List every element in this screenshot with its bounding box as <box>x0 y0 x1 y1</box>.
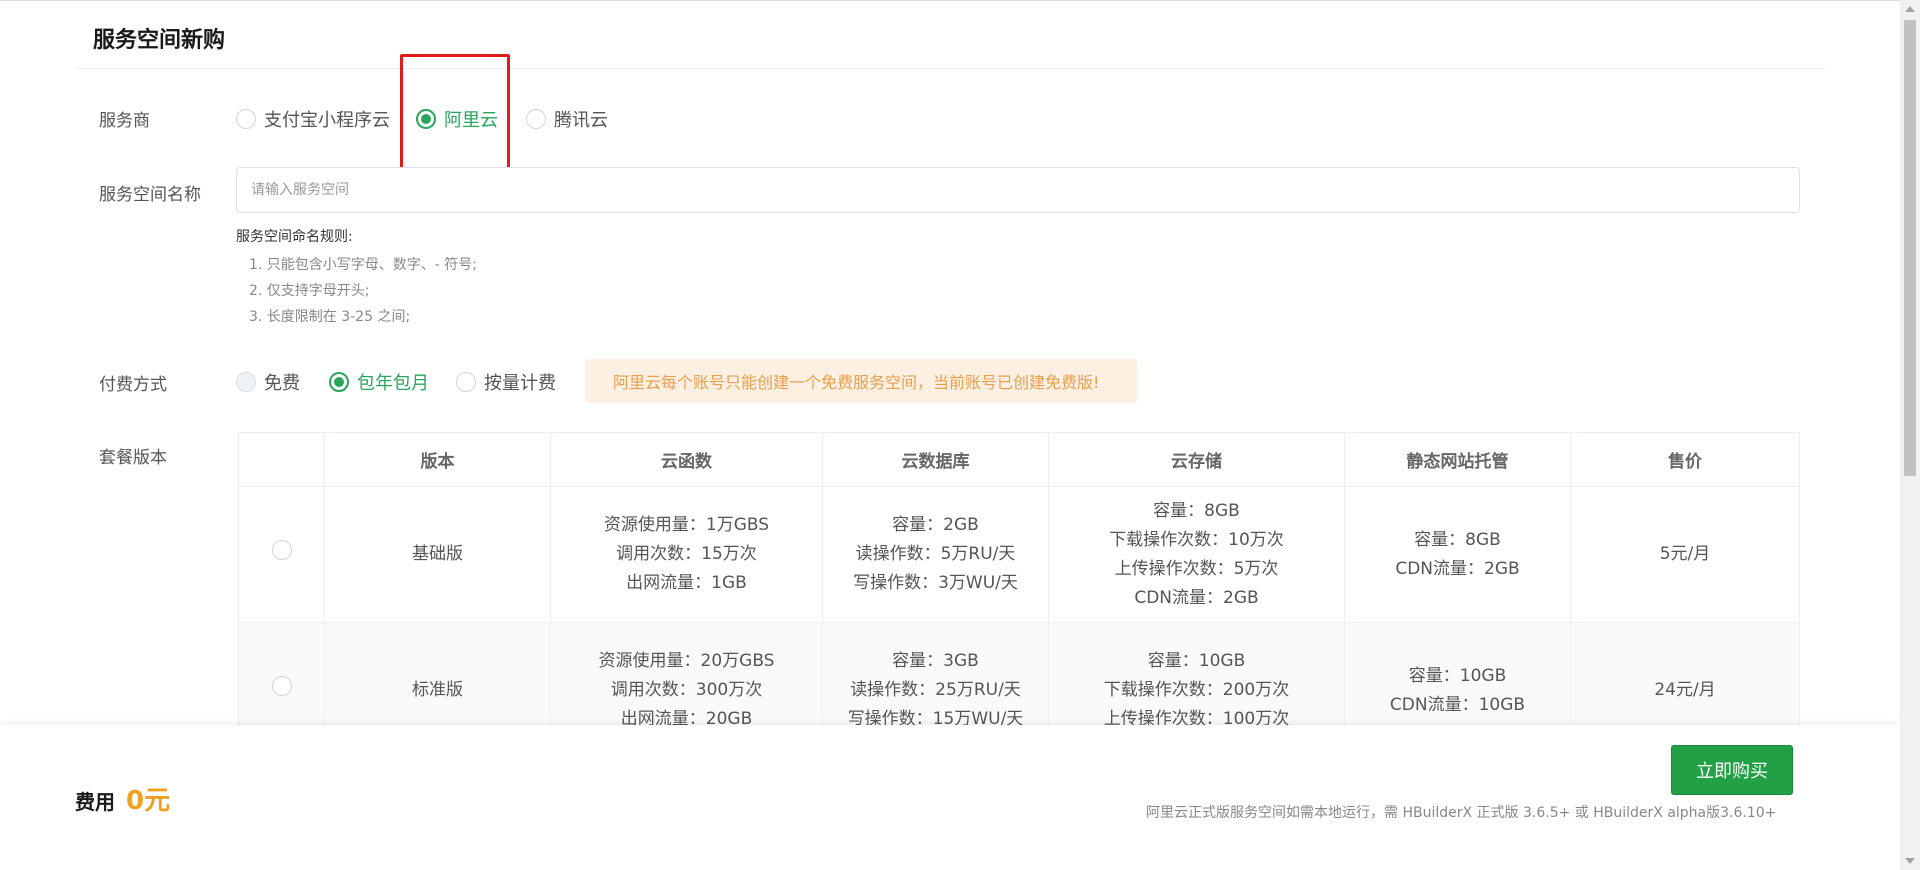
plan-spec-line: 容量：10GB <box>1147 651 1246 671</box>
naming-rule: 2. 仅支持字母开头; <box>249 283 370 299</box>
table-header-functions: 云函数 <box>550 432 823 487</box>
payment-radio-free: 免费 <box>236 369 300 395</box>
payment-option-label: 按量计费 <box>484 373 556 394</box>
plan-hosting: 容量：8GB CDN流量：2GB <box>1344 486 1571 623</box>
plan-storage: 容量：8GB 下载操作次数：10万次 上传操作次数：5万次 CDN流量：2GB <box>1048 486 1345 623</box>
plan-spec-line: 容量：8GB <box>1153 500 1240 521</box>
table-header-version: 版本 <box>324 432 551 487</box>
fee-value: 0元 <box>126 786 171 816</box>
naming-rules-title: 服务空间命名规则: <box>236 229 353 245</box>
page-title: 服务空间新购 <box>93 28 226 53</box>
payment-label: 付费方式 <box>99 375 167 395</box>
free-space-notice: 阿里云每个账号只能创建一个免费服务空间，当前账号已创建免费版! <box>585 359 1137 403</box>
plan-spec-line: 调用次数：300万次 <box>610 680 763 700</box>
radio-circle[interactable] <box>236 109 256 129</box>
provider-option-label: 支付宝小程序云 <box>264 110 390 131</box>
plan-spec-line: 下载操作次数：200万次 <box>1103 680 1290 700</box>
table-header-database: 云数据库 <box>822 432 1049 487</box>
highlight-annotation-box <box>400 54 510 181</box>
plan-spec-line: 下载操作次数：10万次 <box>1109 529 1284 550</box>
scrollbar-thumb[interactable] <box>1904 20 1916 476</box>
plan-spec-line: 资源使用量：20万GBS <box>598 651 775 671</box>
plan-select-cell[interactable] <box>238 486 325 623</box>
provider-radio-tencent[interactable]: 腾讯云 <box>526 106 608 132</box>
payment-option-label: 包年包月 <box>357 373 429 394</box>
radio-circle-checked[interactable] <box>329 372 349 392</box>
table-header-storage: 云存储 <box>1048 432 1345 487</box>
plan-spec-line: 容量：3GB <box>892 651 979 671</box>
table-header-select <box>238 432 325 487</box>
payment-radio-pay-as-you-go[interactable]: 按量计费 <box>456 369 556 395</box>
plan-spec-line: 容量：2GB <box>892 515 979 535</box>
plan-spec-line: 容量：8GB <box>1414 529 1501 550</box>
plan-spec-line: 出网流量：1GB <box>626 573 747 593</box>
space-name-label: 服务空间名称 <box>99 185 201 205</box>
plan-price: 5元/月 <box>1570 486 1800 623</box>
plan-label: 套餐版本 <box>99 448 167 468</box>
naming-rule: 3. 长度限制在 3-25 之间; <box>249 309 411 325</box>
buy-now-button[interactable]: 立即购买 <box>1671 745 1793 795</box>
table-header-hosting: 静态网站托管 <box>1344 432 1571 487</box>
plan-spec-line: CDN流量：2GB <box>1395 558 1520 579</box>
scroll-up-arrow-icon[interactable] <box>1905 6 1915 12</box>
plan-table: 版本 云函数 云数据库 云存储 静态网站托管 售价 基础版 资源使用量：1万GB… <box>238 432 1800 759</box>
plan-spec-line: 资源使用量：1万GBS <box>603 515 770 535</box>
plan-spec-line: CDN流量：2GB <box>1134 587 1259 608</box>
naming-rule: 1. 只能包含小写字母、数字、- 符号; <box>249 257 478 273</box>
plan-functions: 资源使用量：1万GBS 调用次数：15万次 出网流量：1GB <box>550 486 823 623</box>
plan-spec-line: 写操作数：3万WU/天 <box>853 573 1018 593</box>
plan-radio[interactable] <box>271 539 292 560</box>
purchase-footer: 费用 0元 立即购买 阿里云正式版服务空间如需本地运行，需 HBuilderX … <box>0 725 1900 870</box>
payment-radio-monthly[interactable]: 包年包月 <box>329 369 429 395</box>
provider-label: 服务商 <box>99 111 150 131</box>
scroll-down-arrow-icon[interactable] <box>1905 858 1915 864</box>
fee-label: 费用 <box>75 790 115 814</box>
plan-spec-line: 读操作数：5万RU/天 <box>855 544 1016 564</box>
plan-spec-line: 上传操作次数：5万次 <box>1114 558 1279 579</box>
table-header-row: 版本 云函数 云数据库 云存储 静态网站托管 售价 <box>238 432 1800 487</box>
plan-database: 容量：2GB 读操作数：5万RU/天 写操作数：3万WU/天 <box>822 486 1049 623</box>
provider-option-label: 腾讯云 <box>554 110 608 131</box>
plan-spec-line: 读操作数：25万RU/天 <box>850 680 1021 700</box>
title-divider <box>75 68 1825 69</box>
provider-radio-alipay[interactable]: 支付宝小程序云 <box>236 106 390 132</box>
plan-spec-line: 调用次数：15万次 <box>616 544 757 564</box>
table-row-basic[interactable]: 基础版 资源使用量：1万GBS 调用次数：15万次 出网流量：1GB 容量：2G… <box>238 486 1800 623</box>
plan-radio[interactable] <box>271 675 292 696</box>
radio-circle[interactable] <box>456 372 476 392</box>
radio-circle[interactable] <box>526 109 546 129</box>
local-run-note: 阿里云正式版服务空间如需本地运行，需 HBuilderX 正式版 3.6.5+ … <box>1146 805 1777 821</box>
plan-spec-line: CDN流量：10GB <box>1389 694 1526 715</box>
space-name-input[interactable] <box>236 167 1800 213</box>
plan-spec-line: 容量：10GB <box>1408 665 1507 686</box>
table-header-price: 售价 <box>1570 432 1800 487</box>
payment-option-label: 免费 <box>264 373 300 394</box>
plan-name: 基础版 <box>324 486 551 623</box>
top-border <box>0 0 1900 1</box>
radio-circle-disabled <box>236 372 256 392</box>
